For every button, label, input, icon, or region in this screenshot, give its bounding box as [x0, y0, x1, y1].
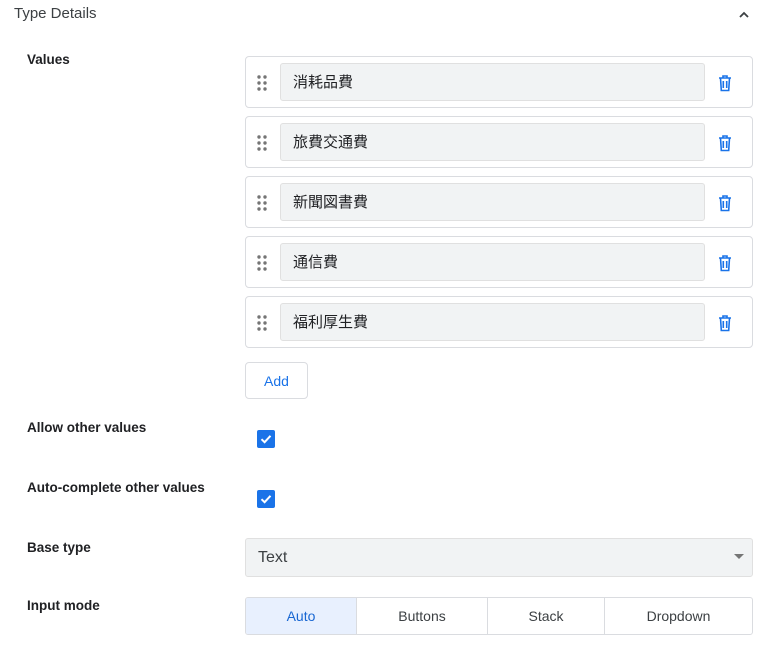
input-mode-segmented-control: Auto Buttons Stack Dropdown: [245, 597, 753, 635]
values-label: Values: [27, 52, 70, 67]
drag-handle-icon[interactable]: [256, 254, 268, 272]
autocomplete-other-label: Auto-complete other values: [27, 480, 205, 495]
dropdown-arrow-icon: [734, 554, 744, 559]
trash-icon[interactable]: [717, 254, 733, 272]
value-input[interactable]: [280, 243, 705, 281]
trash-icon[interactable]: [717, 314, 733, 332]
allow-other-label: Allow other values: [27, 420, 147, 435]
checkmark-icon: [260, 435, 272, 444]
value-input[interactable]: [280, 63, 705, 101]
value-row: [245, 236, 753, 288]
trash-icon[interactable]: [717, 194, 733, 212]
value-input[interactable]: [280, 183, 705, 221]
input-mode-stack[interactable]: Stack: [488, 598, 605, 634]
value-input[interactable]: [280, 123, 705, 161]
trash-icon[interactable]: [717, 74, 733, 92]
value-row: [245, 296, 753, 348]
autocomplete-other-checkbox[interactable]: [257, 490, 275, 508]
value-input[interactable]: [280, 303, 705, 341]
base-type-select[interactable]: Text: [245, 538, 753, 577]
input-mode-dropdown[interactable]: Dropdown: [605, 598, 752, 634]
base-type-value: Text: [258, 549, 288, 566]
value-row: [245, 56, 753, 108]
trash-icon[interactable]: [717, 134, 733, 152]
drag-handle-icon[interactable]: [256, 314, 268, 332]
input-mode-label: Input mode: [27, 598, 100, 613]
section-title: Type Details: [14, 5, 97, 22]
allow-other-checkbox[interactable]: [257, 430, 275, 448]
drag-handle-icon[interactable]: [256, 134, 268, 152]
input-mode-auto[interactable]: Auto: [246, 598, 357, 634]
base-type-label: Base type: [27, 540, 91, 555]
value-row: [245, 176, 753, 228]
chevron-up-icon[interactable]: [736, 7, 752, 23]
section-header[interactable]: Type Details: [0, 0, 764, 30]
value-row: [245, 116, 753, 168]
add-value-button[interactable]: Add: [245, 362, 308, 399]
input-mode-buttons[interactable]: Buttons: [357, 598, 488, 634]
drag-handle-icon[interactable]: [256, 74, 268, 92]
checkmark-icon: [260, 495, 272, 504]
drag-handle-icon[interactable]: [256, 194, 268, 212]
